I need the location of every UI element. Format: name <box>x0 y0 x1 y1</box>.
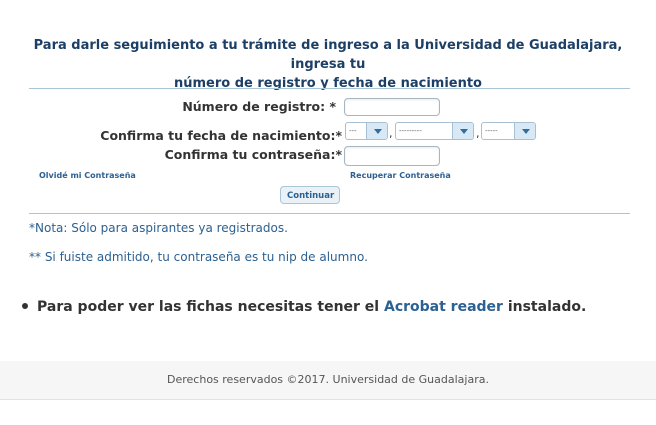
intro-line-1: Para darle seguimiento a tu trámite de i… <box>33 38 623 72</box>
intro-text: Para darle seguimiento a tu trámite de i… <box>20 36 636 93</box>
acrobat-suffix: instalado. <box>507 299 587 315</box>
password-label: Confirma tu contraseña:* <box>164 147 342 162</box>
fecha-day-select[interactable]: --- <box>345 122 388 140</box>
recover-password-link[interactable]: Recuperar Contraseña <box>350 171 451 180</box>
chevron-down-icon <box>514 123 535 139</box>
fecha-day-value: --- <box>349 127 357 135</box>
continuar-button[interactable]: Continuar <box>280 186 340 204</box>
bullet-icon <box>22 303 28 309</box>
footer: Derechos reservados ©2017. Universidad d… <box>0 361 656 400</box>
note-admitted: ** Si fuiste admitido, tu contraseña es … <box>29 250 368 264</box>
footer-copyright: Derechos reservados ©2017. Universidad d… <box>167 373 489 386</box>
password-input[interactable] <box>344 146 440 166</box>
date-separator: , <box>389 127 393 140</box>
fecha-label: Confirma tu fecha de nacimiento:* <box>100 128 342 143</box>
chevron-down-icon <box>452 123 473 139</box>
forgot-password-link[interactable]: Olvidé mi Contraseña <box>39 171 136 180</box>
registro-input[interactable] <box>344 98 440 116</box>
acrobat-prefix: Para poder ver las fichas necesitas tene… <box>37 299 380 315</box>
note-registered: *Nota: Sólo para aspirantes ya registrad… <box>29 221 288 235</box>
registro-label: Número de registro: * <box>182 99 336 114</box>
fecha-month-value: --------- <box>399 127 422 135</box>
intro-line-2: número de registro y fecha de nacimiento <box>174 76 482 91</box>
divider-top <box>29 88 630 89</box>
fecha-month-select[interactable]: --------- <box>395 122 474 140</box>
chevron-down-icon <box>366 123 387 139</box>
acrobat-reader-link[interactable]: Acrobat reader <box>384 299 503 315</box>
divider-bottom <box>29 213 630 214</box>
date-separator: , <box>476 127 480 140</box>
acrobat-note: Para poder ver las fichas necesitas tene… <box>22 299 586 315</box>
fecha-year-value: ----- <box>485 127 498 135</box>
fecha-year-select[interactable]: ----- <box>481 122 536 140</box>
